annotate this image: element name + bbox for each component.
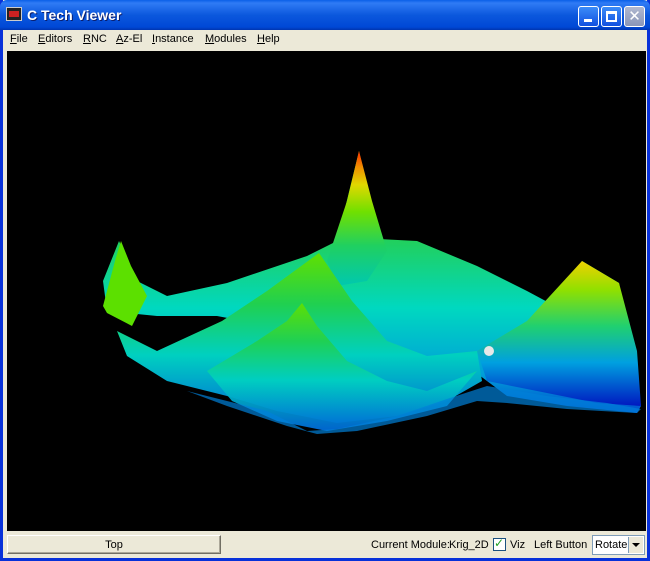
left-button-value: Rotate [595,539,628,551]
minimize-icon [584,19,592,22]
minimize-button[interactable] [578,6,599,27]
menu-modules[interactable]: Modules [205,33,247,45]
menu-rnc[interactable]: RNC [83,33,107,45]
status-bar: Top Current Module: Krig_2D ✓ Viz Left B… [3,532,647,558]
top-view-button[interactable]: Top [7,535,221,554]
menu-file[interactable]: File [10,33,28,45]
menu-az-el[interactable]: Az-El [116,33,142,45]
title-bar[interactable]: C Tech Viewer ✕ [0,0,650,30]
menu-help[interactable]: Help [257,33,280,45]
viz-checkbox[interactable]: ✓ [493,536,506,551]
current-module-value: Krig_2D [449,539,489,551]
left-button-label: Left Button [534,539,588,551]
app-icon[interactable] [6,7,22,21]
app-window: C Tech Viewer ✕ File Editors RNC Az-El I… [0,0,650,561]
viz-label: Viz [510,539,526,551]
3d-viewport[interactable] [7,51,646,531]
window-title: C Tech Viewer [27,7,122,23]
maximize-button[interactable] [601,6,622,27]
cursor-probe[interactable] [484,346,494,356]
menu-instance[interactable]: Instance [152,33,194,45]
close-button[interactable]: ✕ [624,6,645,27]
close-icon: ✕ [628,7,641,25]
left-button-select[interactable]: Rotate [592,535,645,555]
surface-render [103,151,641,434]
check-icon: ✓ [494,536,505,550]
chevron-down-icon[interactable] [628,537,643,553]
menu-bar: File Editors RNC Az-El Instance Modules … [3,30,647,50]
menu-editors[interactable]: Editors [38,33,72,45]
current-module-label: Current Module: [371,539,450,551]
maximize-icon [606,11,617,22]
